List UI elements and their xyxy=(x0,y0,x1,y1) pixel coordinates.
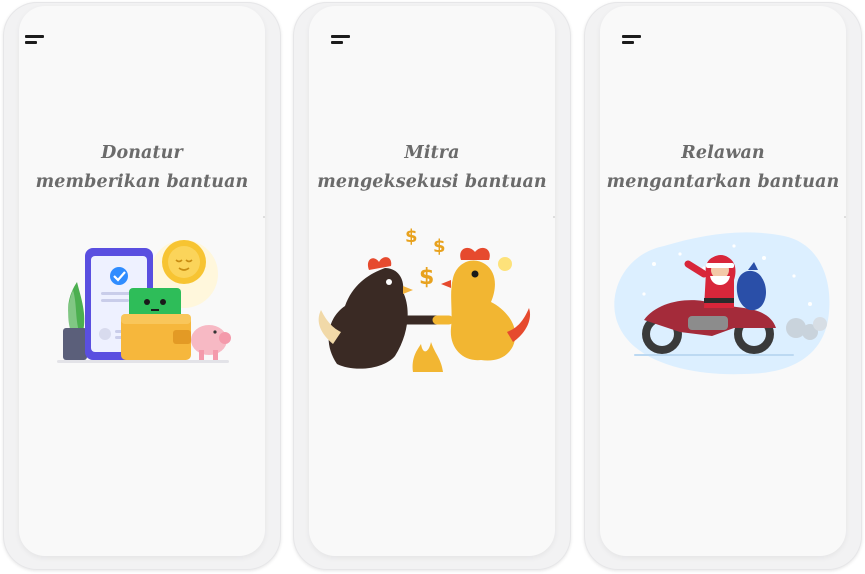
caption-subtitle: mengeksekusi bantuan xyxy=(317,172,547,192)
caption-subtitle: mengantarkan bantuan xyxy=(606,172,840,192)
edge-dot xyxy=(553,216,555,218)
edge-dot xyxy=(263,216,265,218)
card-caption: Relawan mengantarkan bantuan xyxy=(584,139,862,197)
svg-text:$: $ xyxy=(433,236,446,257)
card-caption: Mitra mengeksekusi bantuan xyxy=(293,139,571,197)
hamburger-menu-icon[interactable] xyxy=(622,34,644,46)
svg-text:$: $ xyxy=(419,265,434,290)
caption-subtitle: memberikan bantuan xyxy=(35,172,249,192)
phone-card-donatur: Donatur memberikan bantuan xyxy=(3,2,281,570)
caption-title: Donatur xyxy=(101,143,183,163)
santa-motorcycle-icon xyxy=(614,232,830,375)
roosters-handshake-icon: $ $ $ xyxy=(318,226,531,372)
phone-card-mitra: Mitra mengeksekusi bantuan $ $ $ xyxy=(293,2,571,570)
card-caption: Donatur memberikan bantuan xyxy=(3,139,281,197)
caption-title: Relawan xyxy=(681,143,765,163)
hamburger-menu-icon[interactable] xyxy=(331,34,353,46)
phone-card-relawan: Relawan mengantarkan bantuan xyxy=(584,2,862,570)
edge-dot xyxy=(844,216,846,218)
hamburger-menu-icon[interactable] xyxy=(25,34,47,46)
svg-text:$: $ xyxy=(405,226,418,247)
wallet-phone-coin-piggybank-icon xyxy=(57,240,231,363)
caption-title: Mitra xyxy=(404,143,460,163)
